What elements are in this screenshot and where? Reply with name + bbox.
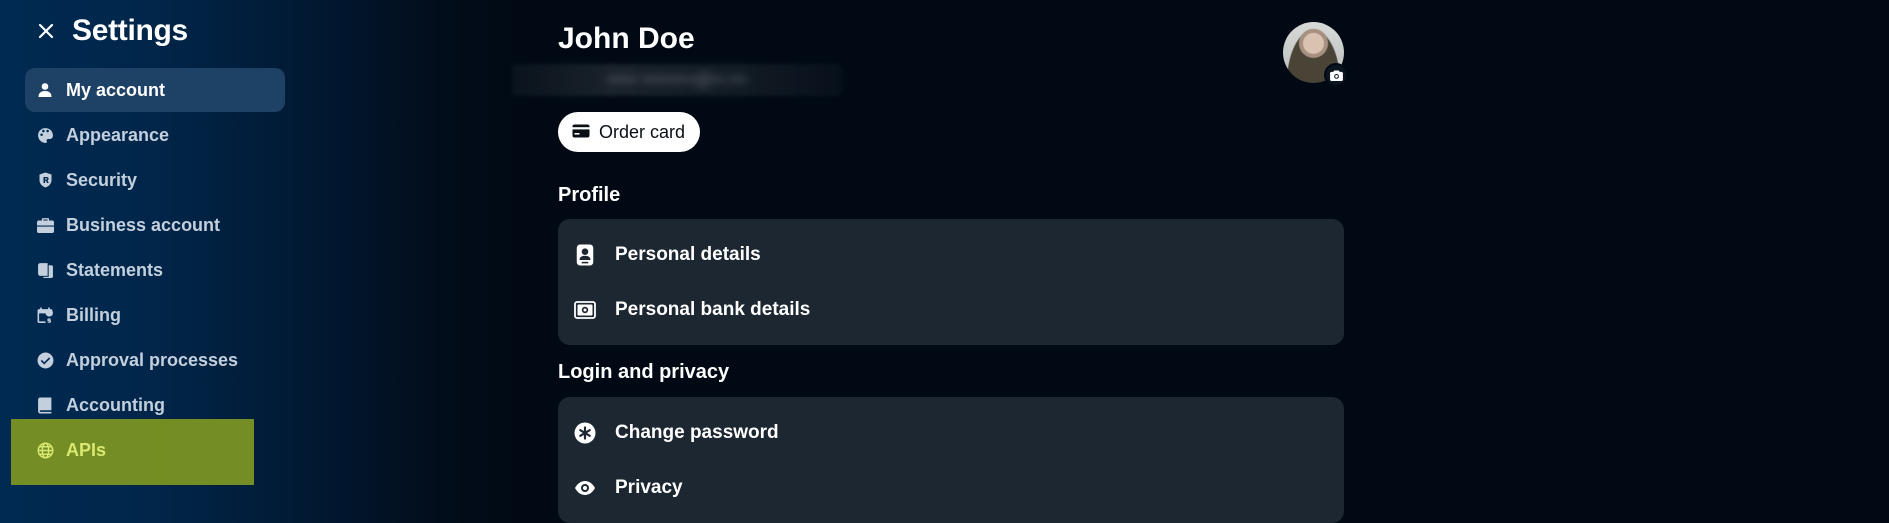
account-main: John Doe ••••• •••••••••@••.••• Order ca… (512, 0, 1348, 523)
sidebar-item-label: Appearance (66, 124, 170, 145)
sidebar-item-statements[interactable]: Statements (25, 248, 285, 292)
order-card-button[interactable]: Order card (558, 112, 701, 152)
id-badge-icon (573, 243, 597, 267)
sidebar-item-label: Accounting (66, 394, 165, 415)
asterisk-icon (573, 421, 597, 445)
sidebar-item-security[interactable]: Security (25, 158, 285, 202)
sidebar-header: Settings (34, 12, 188, 50)
sidebar-title: Settings (72, 14, 188, 47)
sidebar-item-my-account[interactable]: My account (25, 68, 285, 112)
sidebar-item-apis[interactable]: APIs (25, 428, 285, 472)
globe-icon (36, 441, 54, 459)
sidebar-item-label: Business account (66, 214, 221, 235)
personal-bank-details-item[interactable]: Personal bank details (558, 282, 1344, 337)
statements-icon (36, 261, 54, 279)
order-card-label: Order card (599, 121, 686, 142)
settings-sidebar: Settings My account Appearance Security … (0, 0, 330, 523)
banknote-icon (573, 298, 597, 322)
settings-nav: My account Appearance Security Business … (25, 68, 285, 473)
card-icon (572, 122, 590, 143)
book-icon (36, 396, 54, 414)
user-email-blurred: ••••• •••••••••@••.••• (512, 64, 842, 96)
settings-app: Settings My account Appearance Security … (0, 0, 1889, 523)
sidebar-item-approval-processes[interactable]: Approval processes (25, 338, 285, 382)
sidebar-item-label: Statements (66, 259, 164, 280)
sidebar-item-business-account[interactable]: Business account (25, 203, 285, 247)
calendar-billing-icon (36, 306, 54, 324)
sidebar-item-label: Approval processes (66, 349, 239, 370)
personal-details-item[interactable]: Personal details (558, 227, 1344, 282)
sidebar-item-label: APIs (66, 439, 107, 460)
profile-card: Personal details Personal bank details (558, 219, 1344, 345)
camera-icon[interactable] (1324, 63, 1348, 87)
login-privacy-card: Change password Privacy (558, 397, 1344, 523)
sidebar-item-accounting[interactable]: Accounting (25, 383, 285, 427)
person-icon (36, 81, 54, 99)
briefcase-icon (36, 216, 54, 234)
check-circle-icon (36, 351, 54, 369)
privacy-label: Privacy (615, 476, 683, 498)
personal-details-label: Personal details (615, 243, 761, 265)
privacy-item[interactable]: Privacy (558, 460, 1344, 515)
change-password-label: Change password (615, 421, 779, 443)
sidebar-item-label: My account (66, 79, 166, 100)
user-email-text: ••••• •••••••••@••.••• (607, 70, 747, 89)
shield-icon (36, 171, 54, 189)
eye-icon (573, 476, 597, 500)
profile-section-title: Profile (558, 184, 621, 206)
personal-bank-details-label: Personal bank details (615, 298, 811, 320)
sidebar-item-appearance[interactable]: Appearance (25, 113, 285, 157)
user-name: John Doe (558, 22, 695, 55)
sidebar-item-billing[interactable]: Billing (25, 293, 285, 337)
close-icon[interactable] (34, 19, 58, 43)
change-password-item[interactable]: Change password (558, 405, 1344, 460)
sidebar-item-label: Billing (66, 304, 121, 325)
login-privacy-section-title: Login and privacy (558, 361, 730, 383)
palette-icon (36, 126, 54, 144)
sidebar-item-label: Security (66, 169, 138, 190)
